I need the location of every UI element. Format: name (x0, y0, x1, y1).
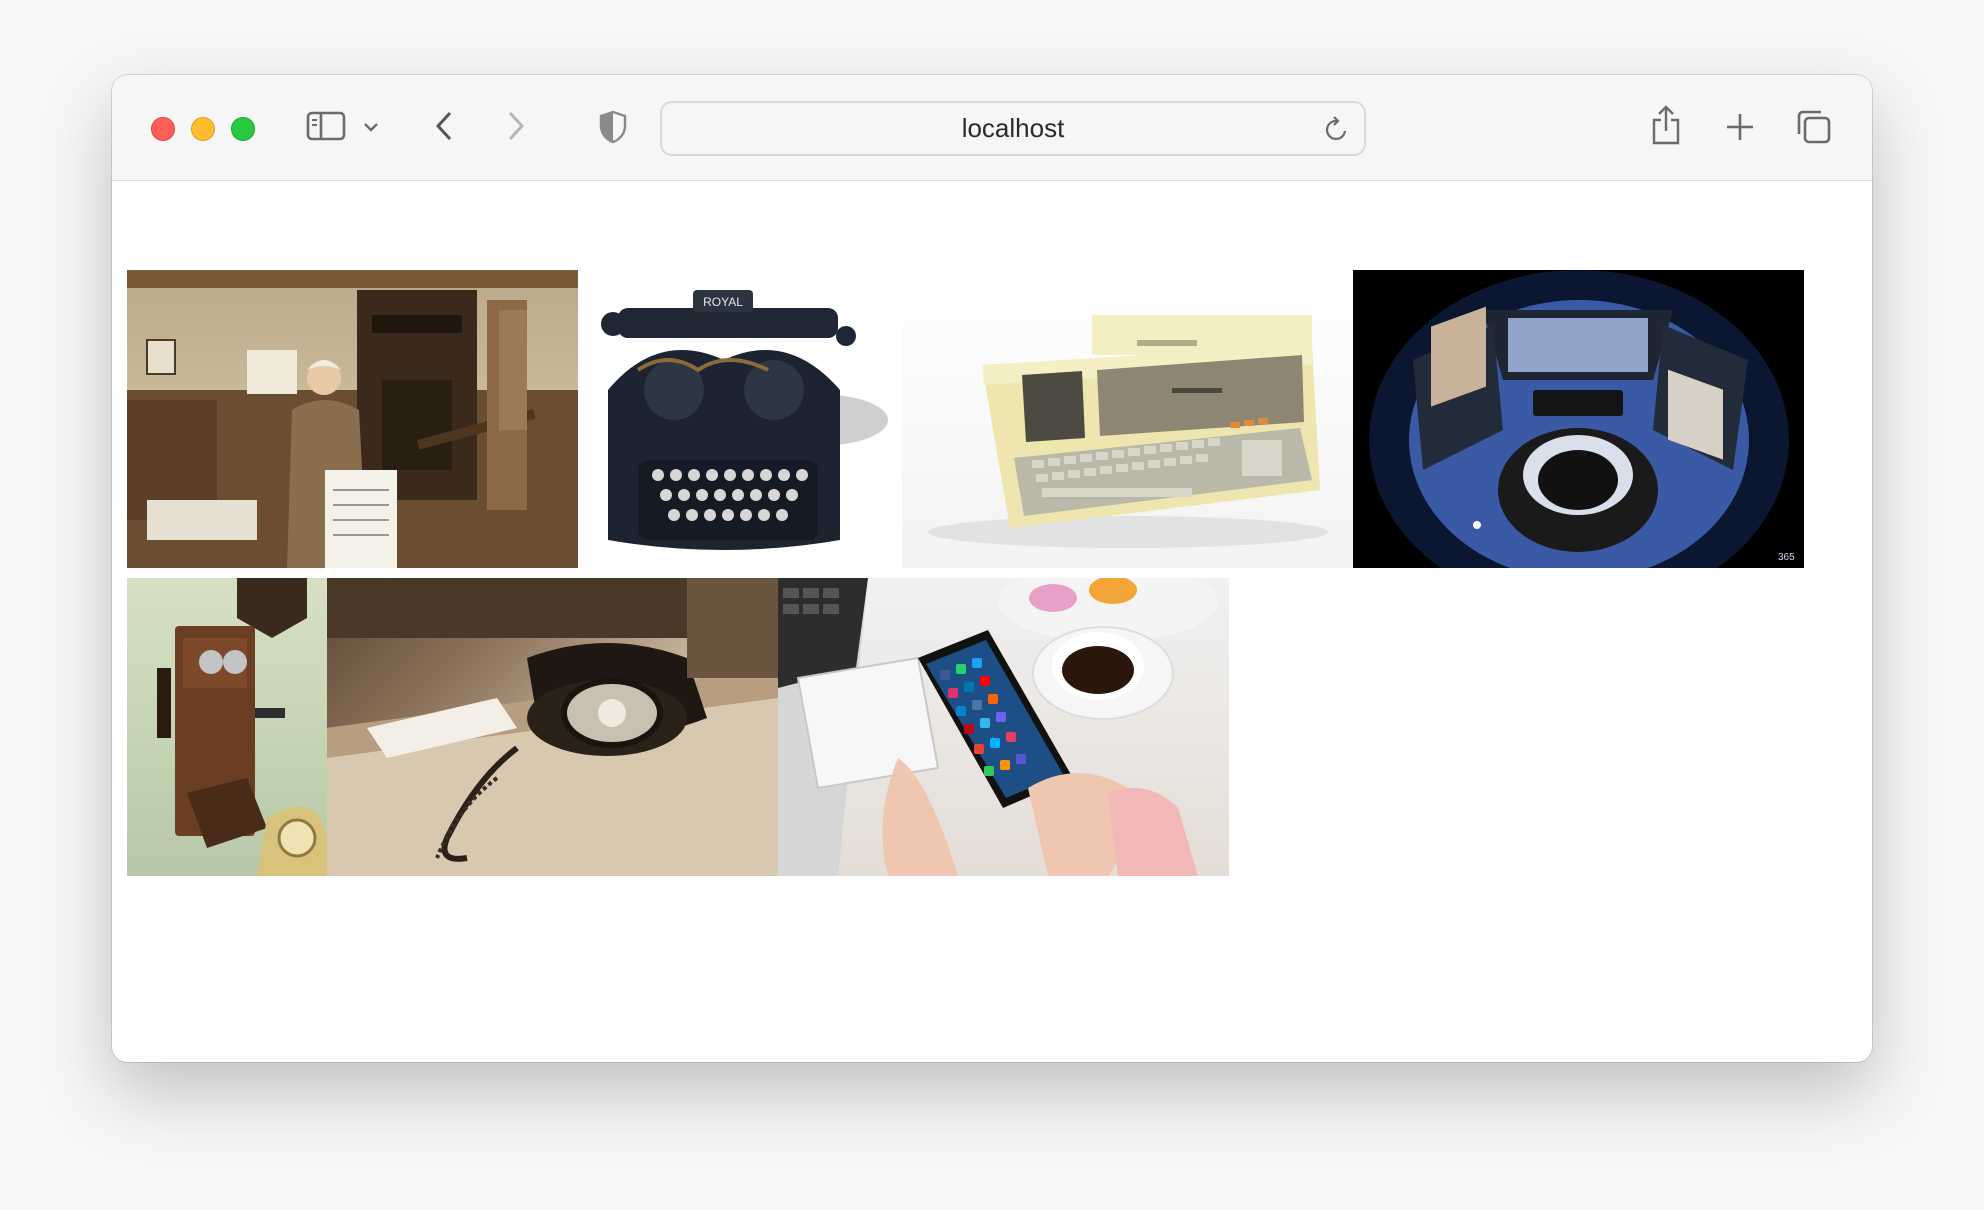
printing-press-image (127, 270, 578, 568)
vintage-computer-image (902, 270, 1353, 568)
close-window-button[interactable] (151, 117, 175, 141)
address-url: localhost (961, 113, 1065, 143)
reload-icon[interactable] (1324, 115, 1350, 148)
wall-telephone-image (127, 578, 327, 876)
chevron-left-icon[interactable] (432, 109, 456, 143)
shield-icon[interactable] (598, 109, 628, 145)
browser-toolbar: localhost (112, 75, 1872, 181)
svg-text:365: 365 (1778, 552, 1795, 563)
share-icon[interactable] (1650, 103, 1682, 147)
rotary-telephone-image (327, 578, 778, 876)
browser-window: localhost ROYAL 365 (112, 75, 1872, 1062)
chevron-down-icon[interactable] (362, 118, 380, 136)
smartphone-image (778, 578, 1229, 876)
minimize-window-button[interactable] (191, 117, 215, 141)
page-content: ROYAL 365 (112, 182, 1872, 1062)
typewriter-image: ROYAL (578, 270, 902, 568)
zoom-window-button[interactable] (231, 117, 255, 141)
sidebar-icon[interactable] (306, 110, 346, 142)
address-bar[interactable]: localhost (660, 101, 1366, 156)
multi-monitor-setup-image: 365 (1353, 270, 1804, 568)
chevron-right-icon[interactable] (504, 109, 528, 143)
tabs-icon[interactable] (1795, 108, 1833, 146)
plus-icon[interactable] (1724, 111, 1756, 143)
svg-text:ROYAL: ROYAL (703, 295, 743, 309)
